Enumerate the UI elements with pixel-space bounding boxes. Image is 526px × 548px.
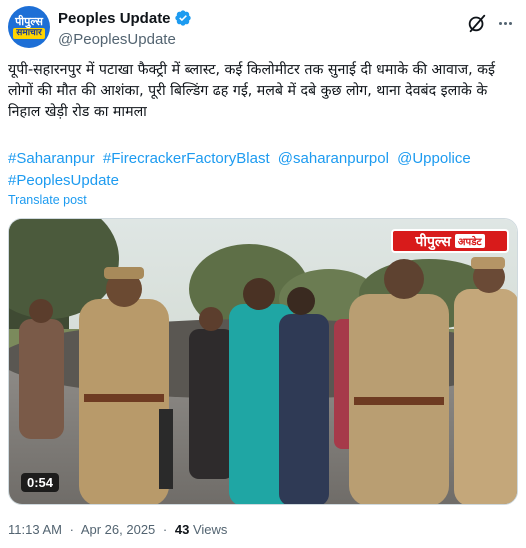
- hashtag-list: #Saharanpur #FirecrackerFactoryBlast @sa…: [8, 148, 518, 192]
- more-dot: [503, 21, 507, 25]
- post-date[interactable]: Apr 26, 2025: [81, 522, 155, 537]
- tweet-header: पीपुल्स समाचार Peoples Update @PeoplesUp…: [8, 6, 518, 50]
- display-name-row[interactable]: Peoples Update: [58, 9, 192, 27]
- hashtag-link[interactable]: #PeoplesUpdate: [8, 172, 119, 189]
- mention-link[interactable]: @saharanpurpol: [278, 150, 389, 167]
- watermark-sub: अपडेट: [454, 234, 485, 248]
- channel-watermark: पीपुल्स अपडेट: [391, 229, 509, 253]
- more-dot: [508, 21, 512, 25]
- hashtag-link[interactable]: #Saharanpur: [8, 150, 95, 167]
- verified-badge-icon: [174, 10, 191, 26]
- meta-separator: ·: [69, 522, 74, 537]
- avatar[interactable]: पीपुल्स समाचार: [8, 6, 50, 48]
- meta-separator: ·: [162, 522, 168, 537]
- avatar-line1: पीपुल्स: [15, 14, 43, 28]
- more-icon[interactable]: [494, 12, 516, 34]
- handle[interactable]: @PeoplesUpdate: [58, 31, 192, 48]
- video-duration: 0:54: [21, 473, 60, 492]
- views-label: Views: [192, 522, 228, 537]
- mention-link[interactable]: @Uppolice: [397, 150, 471, 167]
- views-count[interactable]: 43: [175, 522, 189, 537]
- tweet-text: यूपी-सहारनपुर में पटाखा फैक्ट्री में ब्ल…: [8, 62, 496, 120]
- more-dot: [498, 21, 502, 25]
- display-name[interactable]: Peoples Update: [58, 10, 171, 27]
- avatar-line2: समाचार: [13, 27, 45, 39]
- hashtag-link[interactable]: #FirecrackerFactoryBlast: [103, 150, 270, 167]
- tweet-meta: 11:13 AM · Apr 26, 2025 · 43 Views: [8, 522, 227, 537]
- author-names: Peoples Update @PeoplesUpdate: [58, 9, 192, 48]
- grok-icon[interactable]: [466, 12, 488, 34]
- watermark-main: पीपुल्स: [415, 233, 451, 250]
- post-time[interactable]: 11:13 AM: [8, 522, 62, 537]
- video-player[interactable]: पीपुल्स अपडेट 0:54: [8, 218, 518, 505]
- video-frame: [9, 219, 517, 504]
- translate-post-link[interactable]: Translate post: [8, 193, 87, 207]
